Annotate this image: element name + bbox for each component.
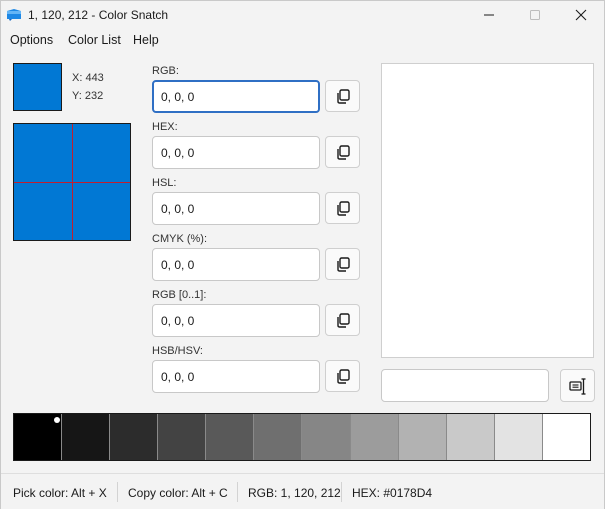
menu-color-list[interactable]: Color List — [68, 33, 121, 47]
status-hex-value: HEX: #0178D4 — [352, 486, 433, 500]
shade-swatch[interactable] — [350, 414, 399, 460]
minimize-button[interactable] — [466, 1, 512, 29]
title-bar[interactable]: 1, 120, 212 - Color Snatch — [1, 1, 604, 29]
copy-hex-button[interactable] — [325, 136, 360, 168]
copy-hsl-button[interactable] — [325, 192, 360, 224]
copy-cmyk-button[interactable] — [325, 248, 360, 280]
shade-swatch[interactable] — [158, 414, 207, 460]
minimize-icon — [484, 14, 494, 16]
color-swatch — [13, 63, 62, 111]
shade-swatch[interactable] — [62, 414, 111, 460]
shade-swatch[interactable] — [398, 414, 447, 460]
shade-swatch[interactable] — [110, 414, 159, 460]
menu-help[interactable]: Help — [133, 33, 159, 47]
hex-label: HEX: — [152, 121, 178, 133]
maximize-button[interactable] — [512, 1, 558, 29]
selected-shade-marker — [54, 417, 60, 423]
shade-swatch[interactable] — [14, 414, 63, 460]
rgb-normalized-label: RGB [0..1]: — [152, 289, 207, 301]
status-separator — [237, 482, 238, 502]
rgb-field[interactable] — [152, 80, 320, 113]
shade-swatch[interactable] — [206, 414, 255, 460]
app-window: 1, 120, 212 - Color Snatch Options Color… — [0, 0, 605, 509]
magnifier-preview — [13, 123, 131, 241]
hsb-label: HSB/HSV: — [152, 345, 203, 357]
add-to-list-icon — [569, 378, 586, 395]
rgb-normalized-field[interactable] — [152, 304, 320, 337]
status-separator — [117, 482, 118, 502]
copy-icon — [337, 89, 350, 104]
maximize-icon — [530, 10, 540, 20]
app-icon — [7, 9, 21, 21]
copy-rgb-button[interactable] — [325, 80, 360, 112]
shade-swatch[interactable] — [542, 414, 590, 460]
shade-strip — [13, 413, 591, 461]
copy-icon — [337, 257, 350, 272]
hsb-field[interactable] — [152, 360, 320, 393]
shade-swatch[interactable] — [254, 414, 303, 460]
cmyk-label: CMYK (%): — [152, 233, 207, 245]
shade-swatch[interactable] — [494, 414, 543, 460]
close-icon — [575, 9, 587, 21]
status-separator — [341, 482, 342, 502]
menu-options[interactable]: Options — [10, 33, 53, 47]
status-bar: Pick color: Alt + X Copy color: Alt + C … — [1, 473, 604, 509]
status-rgb-value: RGB: 1, 120, 212 — [248, 486, 341, 500]
shade-swatch[interactable] — [446, 414, 495, 460]
copy-hsb-button[interactable] — [325, 360, 360, 392]
hsl-label: HSL: — [152, 177, 177, 189]
rgb-label: RGB: — [152, 65, 179, 77]
hex-field[interactable] — [152, 136, 320, 169]
crosshair-horizontal — [14, 182, 130, 183]
close-button[interactable] — [558, 1, 604, 29]
hsl-field[interactable] — [152, 192, 320, 225]
window-title: 1, 120, 212 - Color Snatch — [28, 8, 169, 22]
shade-swatch[interactable] — [302, 414, 351, 460]
copy-icon — [337, 145, 350, 160]
y-coordinate: Y: 232 — [72, 90, 104, 102]
saved-color-list[interactable] — [381, 63, 594, 358]
menu-bar: Options Color List Help — [1, 30, 604, 50]
pick-shortcut-text: Pick color: Alt + X — [13, 486, 107, 500]
add-color-button[interactable] — [560, 369, 595, 402]
copy-icon — [337, 313, 350, 328]
cmyk-field[interactable] — [152, 248, 320, 281]
copy-rgb-normalized-button[interactable] — [325, 304, 360, 336]
copy-icon — [337, 369, 350, 384]
copy-icon — [337, 201, 350, 216]
copy-shortcut-text: Copy color: Alt + C — [128, 486, 228, 500]
color-name-input[interactable] — [381, 369, 549, 402]
x-coordinate: X: 443 — [72, 72, 104, 84]
